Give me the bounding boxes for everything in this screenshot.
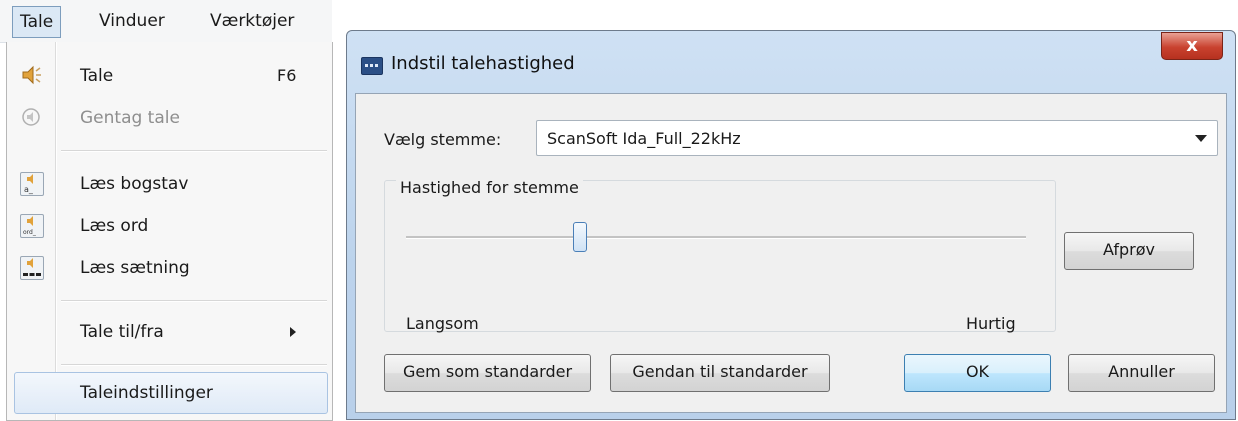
test-button[interactable]: Afprøv — [1064, 232, 1194, 270]
menu-vaerktojer[interactable]: Værktøjer — [204, 6, 300, 36]
ok-button[interactable]: OK — [904, 354, 1051, 392]
svg-text:a_: a_ — [24, 185, 34, 194]
menu-item-gentag-tale[interactable]: Gentag tale — [7, 98, 332, 138]
menu-item-label: Gentag tale — [80, 108, 180, 128]
speed-slider-track[interactable] — [406, 236, 1026, 239]
voice-select-value: ScanSoft Ida_Full_22kHz — [547, 129, 741, 148]
speed-group-box — [384, 180, 1056, 332]
menu-bar: Tale Vinduer Værktøjer — [0, 0, 332, 43]
read-sentence-icon — [20, 256, 44, 280]
save-defaults-button[interactable]: Gem som standarder — [384, 354, 591, 392]
dialog-body: Vælg stemme: ScanSoft Ida_Full_22kHz Has… — [355, 93, 1227, 413]
dialog-titlebar[interactable]: Indstil talehastighed x — [347, 31, 1235, 93]
speaker-icon — [20, 64, 42, 86]
speed-slider-thumb[interactable] — [572, 222, 587, 252]
menu-item-tale[interactable]: Tale F6 — [7, 56, 332, 96]
svg-text:ord_: ord_ — [23, 229, 37, 236]
menu-separator — [61, 364, 327, 366]
menu-item-label: Tale til/fra — [80, 322, 164, 342]
repeat-speech-icon — [20, 106, 42, 128]
slow-label: Langsom — [406, 314, 479, 333]
menu-separator — [61, 300, 327, 302]
app-icon — [361, 57, 383, 75]
menu-tale[interactable]: Tale — [12, 6, 62, 38]
menu-separator — [61, 150, 327, 152]
menu-item-tale-til-fra[interactable]: Tale til/fra — [7, 312, 332, 352]
speech-speed-dialog: Indstil talehastighed x Vælg stemme: Sca… — [346, 30, 1236, 420]
menu-item-laes-saetning[interactable]: Læs sætning — [7, 248, 332, 288]
speed-group-title: Hastighed for stemme — [396, 178, 583, 197]
menu-item-label: Læs sætning — [80, 258, 190, 278]
voice-label: Vælg stemme: — [384, 130, 502, 149]
chevron-down-icon[interactable] — [1195, 135, 1207, 142]
menu-item-taleindstillinger[interactable]: Taleindstillinger — [14, 372, 328, 414]
voice-select[interactable]: ScanSoft Ida_Full_22kHz — [536, 120, 1218, 156]
read-word-icon: ord_ — [20, 214, 44, 238]
menu-item-label: Læs bogstav — [80, 174, 189, 194]
fast-label: Hurtig — [966, 314, 1016, 333]
menu-item-shortcut: F6 — [277, 66, 297, 85]
submenu-arrow-icon — [290, 327, 296, 337]
menu-item-label: Læs ord — [80, 216, 149, 236]
menu-item-laes-bogstav[interactable]: a_ Læs bogstav — [7, 164, 332, 204]
close-button[interactable]: x — [1161, 32, 1223, 60]
dialog-title: Indstil talehastighed — [391, 53, 575, 74]
menu-item-laes-ord[interactable]: ord_ Læs ord — [7, 206, 332, 246]
cancel-button[interactable]: Annuller — [1068, 354, 1215, 392]
tale-dropdown-menu: Tale F6 Gentag tale a_ Læs bogstav ord_ — [6, 42, 333, 421]
menu-item-label: Tale — [80, 66, 114, 86]
menu-item-label: Taleindstillinger — [80, 383, 213, 403]
restore-defaults-button[interactable]: Gendan til standarder — [610, 354, 830, 392]
read-letter-icon: a_ — [20, 172, 44, 196]
menu-vinduer[interactable]: Vinduer — [93, 6, 171, 36]
